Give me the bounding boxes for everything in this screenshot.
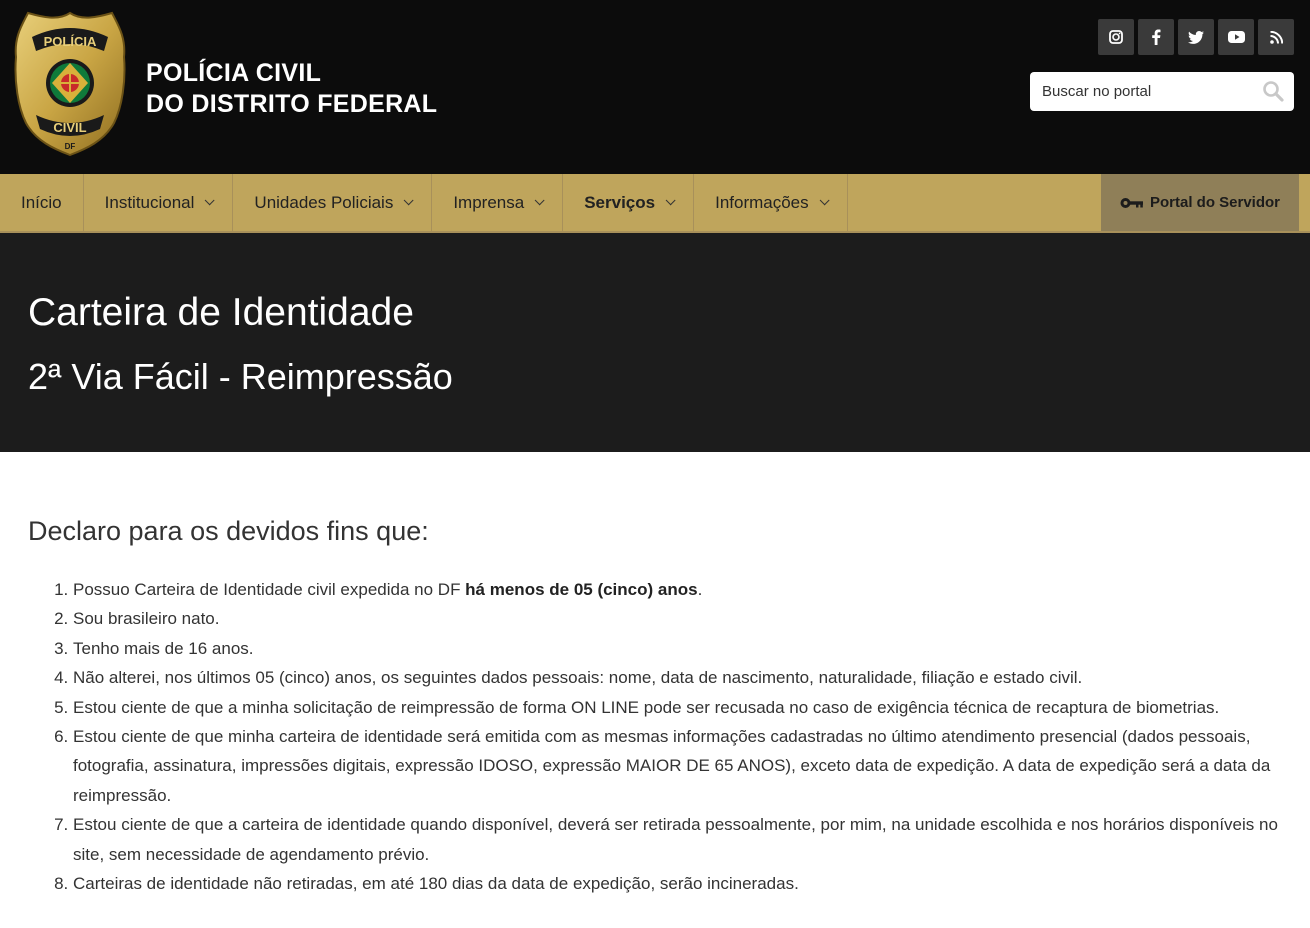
facebook-button[interactable] bbox=[1138, 19, 1174, 55]
nav-label: Institucional bbox=[104, 192, 195, 212]
nav-item-servicos[interactable]: Serviços bbox=[563, 174, 695, 231]
list-item: Carteiras de identidade não retiradas, e… bbox=[73, 869, 1282, 898]
nav-item-inicio[interactable]: Início bbox=[0, 174, 84, 231]
nav-item-institucional[interactable]: Institucional bbox=[84, 174, 234, 231]
chevron-down-icon bbox=[205, 195, 215, 206]
nav-item-informacoes[interactable]: Informações bbox=[694, 174, 848, 231]
page-subtitle: 2ª Via Fácil - Reimpressão bbox=[28, 356, 453, 397]
declaration-list: Possuo Carteira de Identidade civil expe… bbox=[28, 575, 1282, 898]
youtube-button[interactable] bbox=[1218, 19, 1254, 55]
nav-item-imprensa[interactable]: Imprensa bbox=[432, 174, 564, 231]
list-item: Estou ciente de que minha carteira de id… bbox=[73, 722, 1282, 810]
badge-top-text: POLÍCIA bbox=[44, 34, 97, 49]
list-item: Não alterei, nos últimos 05 (cinco) anos… bbox=[73, 663, 1282, 692]
key-icon bbox=[1120, 197, 1143, 208]
chevron-down-icon bbox=[534, 195, 545, 206]
brand-line-2: DO DISTRITO FEDERAL bbox=[146, 90, 438, 118]
list-item: Estou ciente de que a minha solicitação … bbox=[73, 693, 1282, 722]
nav-label: Informações bbox=[715, 192, 809, 212]
badge-bottom-text: CIVIL bbox=[53, 120, 86, 135]
item-bold-text: há menos de 05 (cinco) anos bbox=[465, 580, 698, 599]
list-item: Tenho mais de 16 anos. bbox=[73, 634, 1282, 663]
page-hero: Carteira de Identidade 2ª Via Fácil - Re… bbox=[0, 233, 1310, 452]
list-item: Sou brasileiro nato. bbox=[73, 604, 1282, 633]
search-input[interactable] bbox=[1030, 72, 1250, 111]
instagram-icon bbox=[1109, 30, 1123, 44]
page-title: Carteira de Identidade bbox=[28, 291, 414, 334]
nav-label: Serviços bbox=[584, 192, 656, 212]
search-icon[interactable] bbox=[1262, 80, 1284, 102]
site-brand[interactable]: POLÍCIA CIVIL DO DISTRITO FEDERAL bbox=[146, 58, 437, 120]
nav-label: Imprensa bbox=[453, 192, 525, 212]
nav-item-unidades-policiais[interactable]: Unidades Policiais bbox=[233, 174, 433, 231]
portal-label: Portal do Servidor bbox=[1149, 194, 1281, 211]
chevron-down-icon bbox=[403, 195, 414, 206]
nav-label: Unidades Policiais bbox=[254, 192, 394, 212]
nav-label: Início bbox=[21, 192, 62, 212]
twitter-button[interactable] bbox=[1178, 19, 1214, 55]
portal-servidor-button[interactable]: Portal do Servidor bbox=[1101, 174, 1299, 231]
brand-line-1: POLÍCIA CIVIL bbox=[146, 59, 322, 87]
social-links bbox=[1098, 19, 1294, 55]
main-nav: Início Institucional Unidades Policiais … bbox=[0, 174, 1310, 233]
rss-button[interactable] bbox=[1258, 19, 1294, 55]
list-item: Possuo Carteira de Identidade civil expe… bbox=[73, 575, 1282, 604]
rss-icon bbox=[1269, 30, 1283, 44]
site-header: POLÍCIA CIVIL DF POLÍCIA CIVIL DO DISTRI… bbox=[0, 0, 1310, 174]
twitter-icon bbox=[1188, 30, 1204, 44]
instagram-button[interactable] bbox=[1098, 19, 1134, 55]
list-item: Estou ciente de que a carteira de identi… bbox=[73, 810, 1282, 869]
main-content: Declaro para os devidos fins que: Possuo… bbox=[0, 452, 1310, 898]
item-text-end: . bbox=[697, 580, 703, 599]
declaration-heading: Declaro para os devidos fins que: bbox=[28, 516, 429, 546]
youtube-icon bbox=[1227, 31, 1245, 43]
badge-df-text: DF bbox=[65, 142, 76, 151]
pcdf-badge-logo[interactable]: POLÍCIA CIVIL DF bbox=[14, 11, 126, 157]
item-text: Possuo Carteira de Identidade civil expe… bbox=[73, 580, 466, 599]
chevron-down-icon bbox=[819, 195, 830, 206]
facebook-icon bbox=[1152, 29, 1161, 45]
chevron-down-icon bbox=[665, 195, 676, 206]
search-box bbox=[1030, 72, 1294, 111]
